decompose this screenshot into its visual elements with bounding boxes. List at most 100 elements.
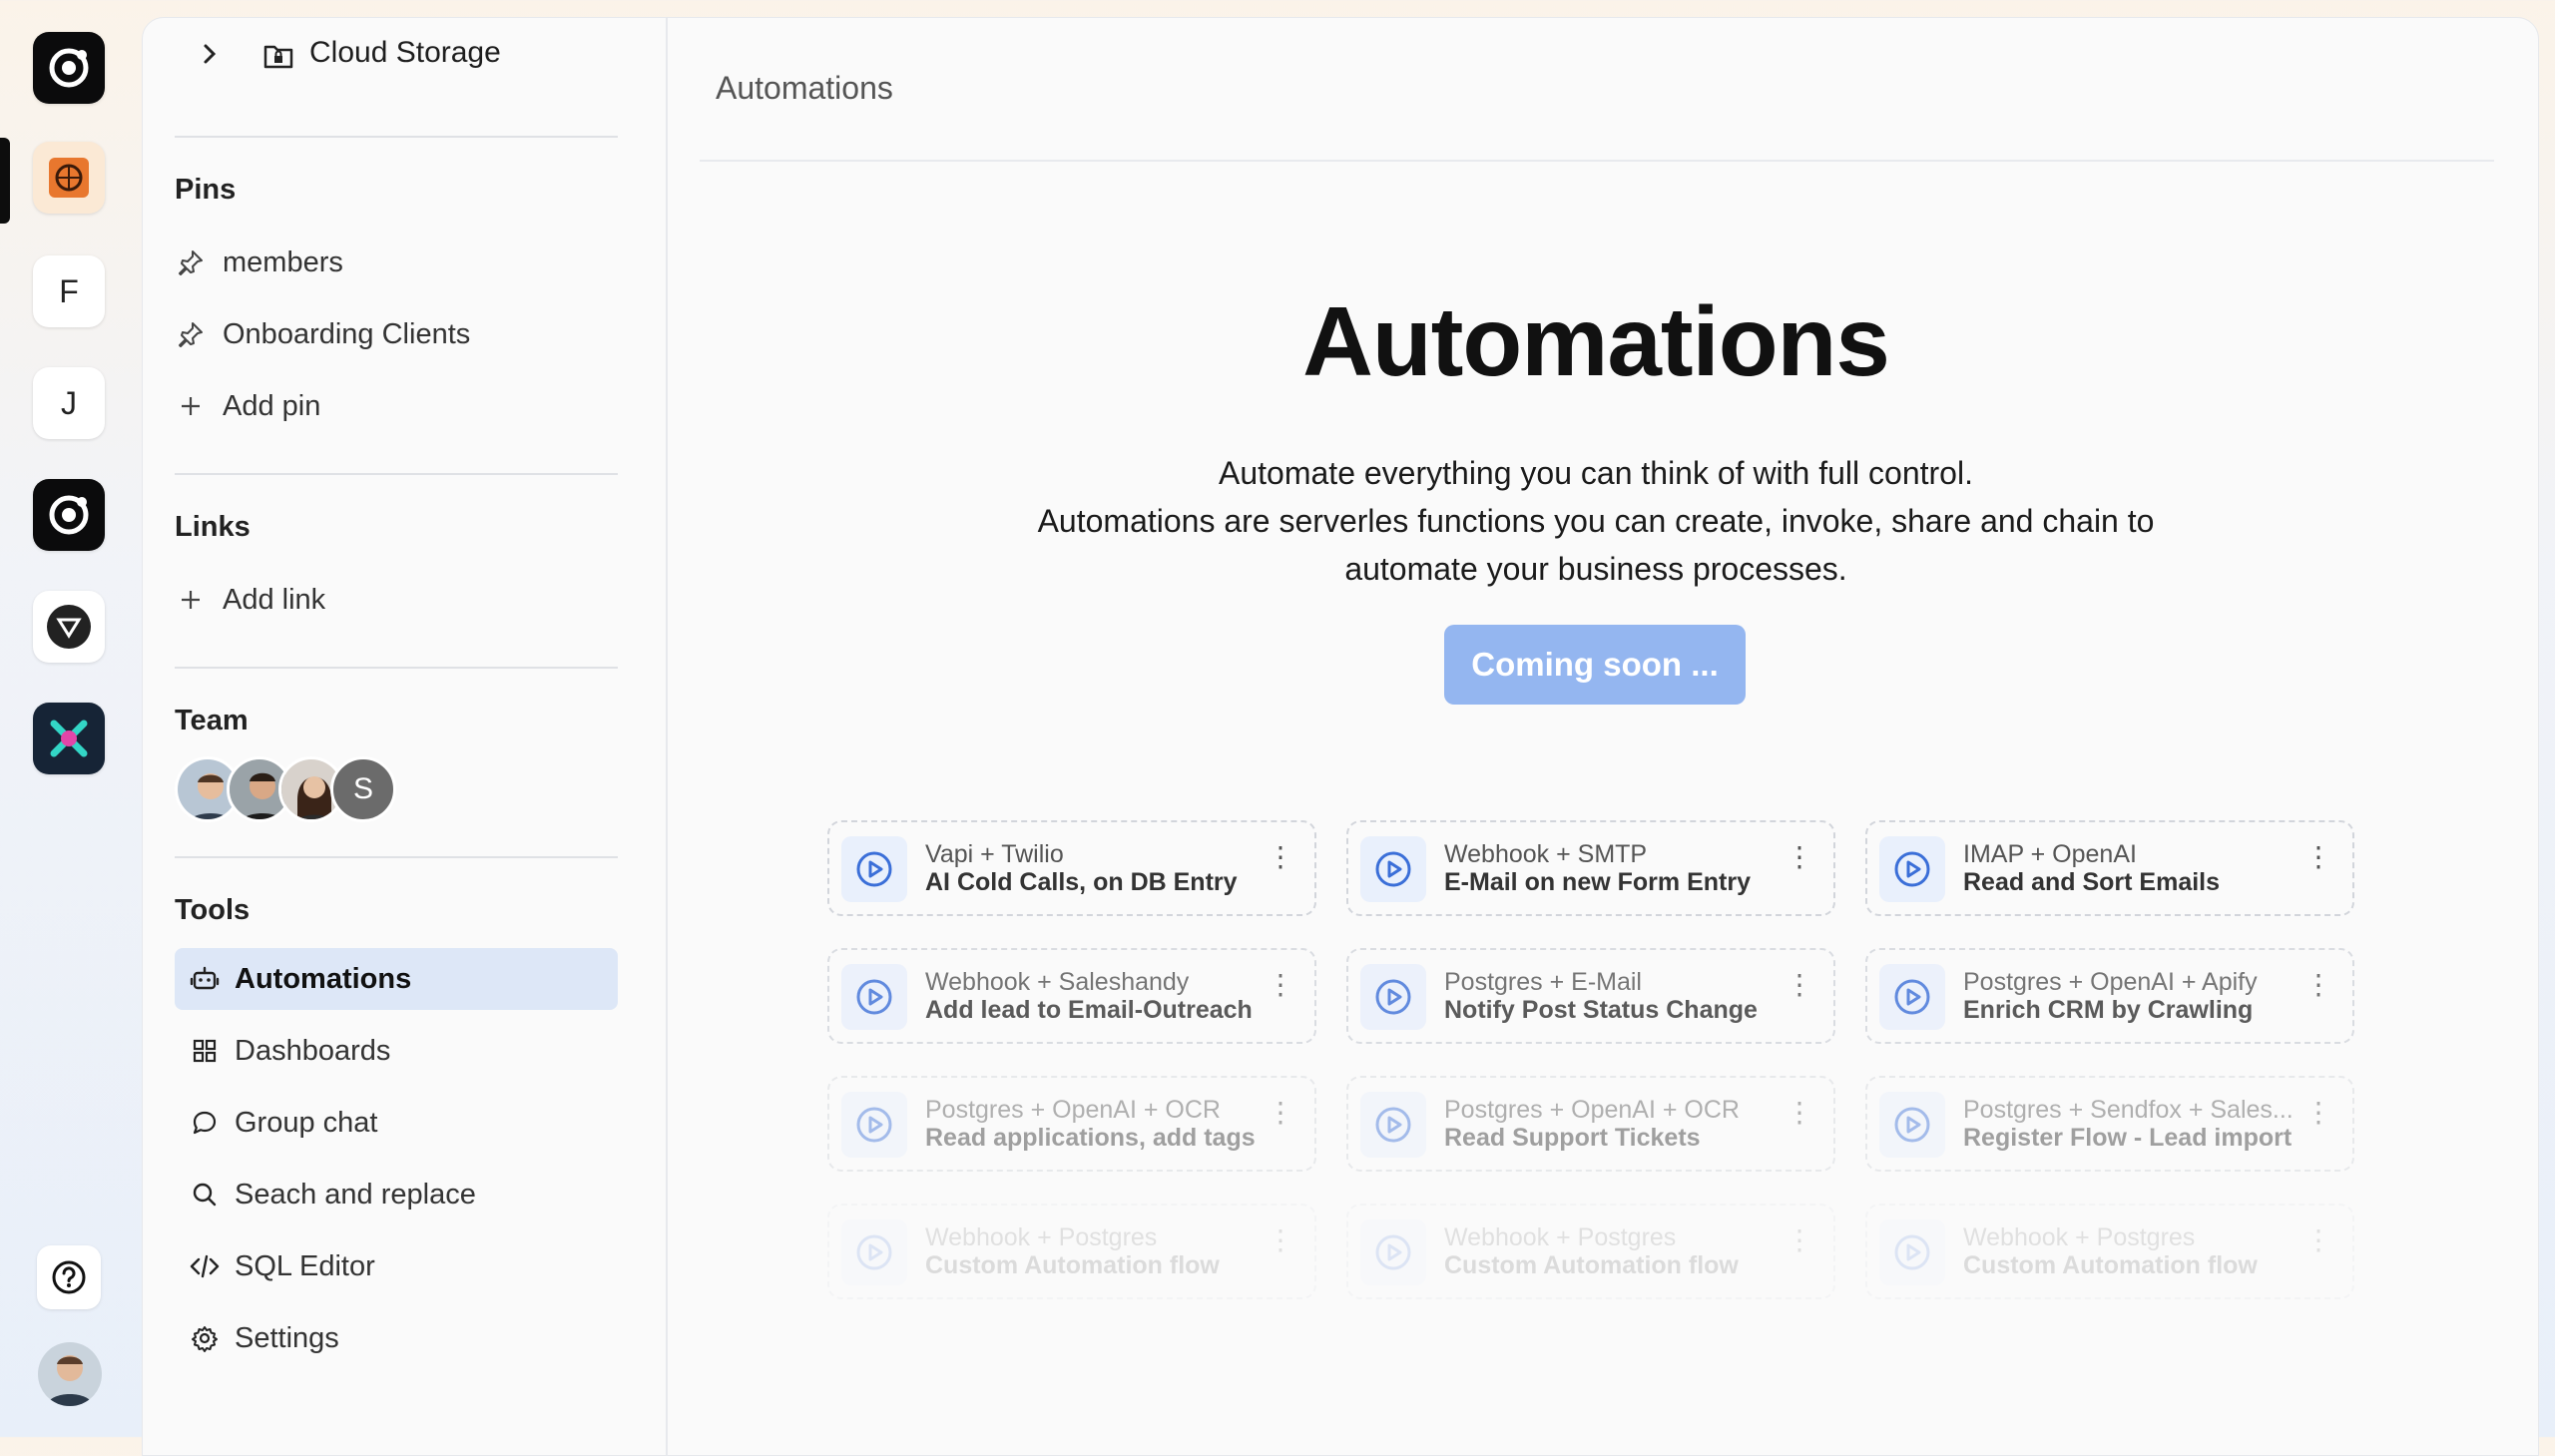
- grid-icon: [189, 1035, 221, 1067]
- automation-card[interactable]: Postgres + OpenAI + OCR Read Support Tic…: [1346, 1076, 1835, 1172]
- description-line: Automate everything you can think of wit…: [1219, 455, 1973, 491]
- automation-card[interactable]: Webhook + Postgres Custom Automation flo…: [1346, 1204, 1835, 1299]
- play-icon: [1879, 1219, 1945, 1285]
- plus-icon: [175, 584, 207, 616]
- gear-icon: [189, 1322, 221, 1354]
- workspace-vue-icon[interactable]: [33, 591, 105, 663]
- add-pin-button[interactable]: Add pin: [175, 375, 618, 437]
- more-options-icon[interactable]: ⋮: [1267, 843, 1294, 871]
- card-title: Notify Post Status Change: [1444, 996, 1758, 1024]
- pin-onboarding-clients[interactable]: Onboarding Clients: [175, 303, 618, 365]
- workspace-j[interactable]: J: [33, 367, 105, 439]
- pin-label: members: [223, 245, 343, 278]
- rail-active-indicator: [0, 138, 10, 224]
- automation-card[interactable]: IMAP + OpenAI Read and Sort Emails ⋮: [1865, 820, 2354, 916]
- card-stack: Vapi + Twilio: [925, 840, 1064, 868]
- card-title: E-Mail on new Form Entry: [1444, 868, 1751, 896]
- pin-label: Onboarding Clients: [223, 317, 471, 350]
- play-icon: [1360, 1219, 1426, 1285]
- pin-members[interactable]: members: [175, 232, 618, 293]
- tool-group-chat[interactable]: Group chat: [175, 1092, 618, 1154]
- user-avatar[interactable]: [38, 1342, 102, 1406]
- more-options-icon[interactable]: ⋮: [1786, 843, 1813, 871]
- tool-label: Automations: [235, 962, 412, 995]
- play-icon: [1360, 964, 1426, 1030]
- team-avatars: S: [175, 756, 396, 822]
- play-icon: [1360, 1092, 1426, 1158]
- tool-label: Group chat: [235, 1106, 378, 1139]
- card-stack: Webhook + Postgres: [1963, 1223, 2196, 1251]
- description-line: automate your business processes.: [1344, 551, 1847, 587]
- card-title: Register Flow - Lead import: [1963, 1124, 2293, 1152]
- automation-card[interactable]: Postgres + Sendfox + Sales... Register F…: [1865, 1076, 2354, 1172]
- breadcrumb: Automations: [716, 70, 893, 106]
- automation-card[interactable]: Postgres + OpenAI + Apify Enrich CRM by …: [1865, 948, 2354, 1044]
- more-options-icon[interactable]: ⋮: [1267, 971, 1294, 999]
- workspace-f-label: F: [59, 272, 79, 309]
- automation-card[interactable]: Webhook + Saleshandy Add lead to Email-O…: [827, 948, 1316, 1044]
- more-options-icon[interactable]: ⋮: [1267, 1099, 1294, 1127]
- more-options-icon[interactable]: ⋮: [1786, 1099, 1813, 1127]
- tool-automations[interactable]: Automations: [175, 948, 618, 1010]
- play-icon: [841, 836, 907, 902]
- workspace-x-icon[interactable]: [33, 703, 105, 774]
- links-heading: Links: [175, 511, 251, 543]
- page-description: Automate everything you can think of wit…: [668, 449, 2524, 593]
- workspace-logo-icon[interactable]: [33, 32, 105, 104]
- more-options-icon[interactable]: ⋮: [1267, 1226, 1294, 1254]
- help-icon[interactable]: [37, 1245, 101, 1309]
- more-options-icon[interactable]: ⋮: [2304, 1226, 2332, 1254]
- tool-label: Settings: [235, 1321, 339, 1354]
- more-options-icon[interactable]: ⋮: [2304, 843, 2332, 871]
- tool-label: SQL Editor: [235, 1249, 375, 1282]
- workspace-title: Cloud Storage: [309, 36, 501, 69]
- play-icon: [841, 1219, 907, 1285]
- expand-chevron-icon[interactable]: [196, 40, 224, 75]
- automation-card[interactable]: Postgres + E-Mail Notify Post Status Cha…: [1346, 948, 1835, 1044]
- workspace-orange-icon[interactable]: [33, 142, 105, 214]
- card-title: Read and Sort Emails: [1963, 868, 2221, 896]
- workspace-j-label: J: [61, 384, 77, 421]
- pin-icon: [175, 318, 207, 350]
- automation-card[interactable]: Postgres + OpenAI + OCR Read application…: [827, 1076, 1316, 1172]
- more-options-icon[interactable]: ⋮: [2304, 1099, 2332, 1127]
- add-link-button[interactable]: Add link: [175, 569, 618, 631]
- card-title: Read applications, add tags: [925, 1124, 1256, 1152]
- card-title: Custom Automation flow: [1444, 1251, 1739, 1279]
- workspace-logo-2-icon[interactable]: [33, 479, 105, 551]
- workspace-f[interactable]: F: [33, 255, 105, 327]
- divider: [175, 856, 618, 858]
- play-icon: [1879, 836, 1945, 902]
- tool-label: Seach and replace: [235, 1178, 476, 1211]
- team-avatar-initial[interactable]: S: [330, 756, 396, 822]
- more-options-icon[interactable]: ⋮: [2304, 971, 2332, 999]
- automation-card[interactable]: Vapi + Twilio AI Cold Calls, on DB Entry…: [827, 820, 1316, 916]
- tool-dashboards[interactable]: Dashboards: [175, 1020, 618, 1082]
- card-stack: Postgres + Sendfox + Sales...: [1963, 1096, 2294, 1124]
- play-icon: [1879, 964, 1945, 1030]
- tool-settings[interactable]: Settings: [175, 1307, 618, 1369]
- card-title: AI Cold Calls, on DB Entry: [925, 868, 1238, 896]
- search-replace-icon: [189, 1179, 221, 1211]
- team-avatar-initial-label: S: [352, 772, 373, 805]
- tool-search-replace[interactable]: Seach and replace: [175, 1164, 618, 1225]
- team-heading: Team: [175, 705, 249, 736]
- folder-lock-icon: [262, 40, 294, 77]
- app-rail: F J: [0, 0, 140, 1437]
- card-title: Custom Automation flow: [1963, 1251, 2258, 1279]
- divider: [700, 160, 2494, 162]
- more-options-icon[interactable]: ⋮: [1786, 971, 1813, 999]
- pins-heading: Pins: [175, 174, 237, 206]
- tool-sql-editor[interactable]: SQL Editor: [175, 1235, 618, 1297]
- play-icon: [841, 1092, 907, 1158]
- add-link-label: Add link: [223, 583, 326, 616]
- play-icon: [1879, 1092, 1945, 1158]
- automation-card[interactable]: Webhook + Postgres Custom Automation flo…: [1865, 1204, 2354, 1299]
- automation-card[interactable]: Webhook + SMTP E-Mail on new Form Entry …: [1346, 820, 1835, 916]
- coming-soon-button[interactable]: Coming soon ...: [1444, 625, 1746, 705]
- automation-card[interactable]: Webhook + Postgres Custom Automation flo…: [827, 1204, 1316, 1299]
- more-options-icon[interactable]: ⋮: [1786, 1226, 1813, 1254]
- tools-heading: Tools: [175, 894, 251, 926]
- play-icon: [1360, 836, 1426, 902]
- pin-icon: [175, 246, 207, 278]
